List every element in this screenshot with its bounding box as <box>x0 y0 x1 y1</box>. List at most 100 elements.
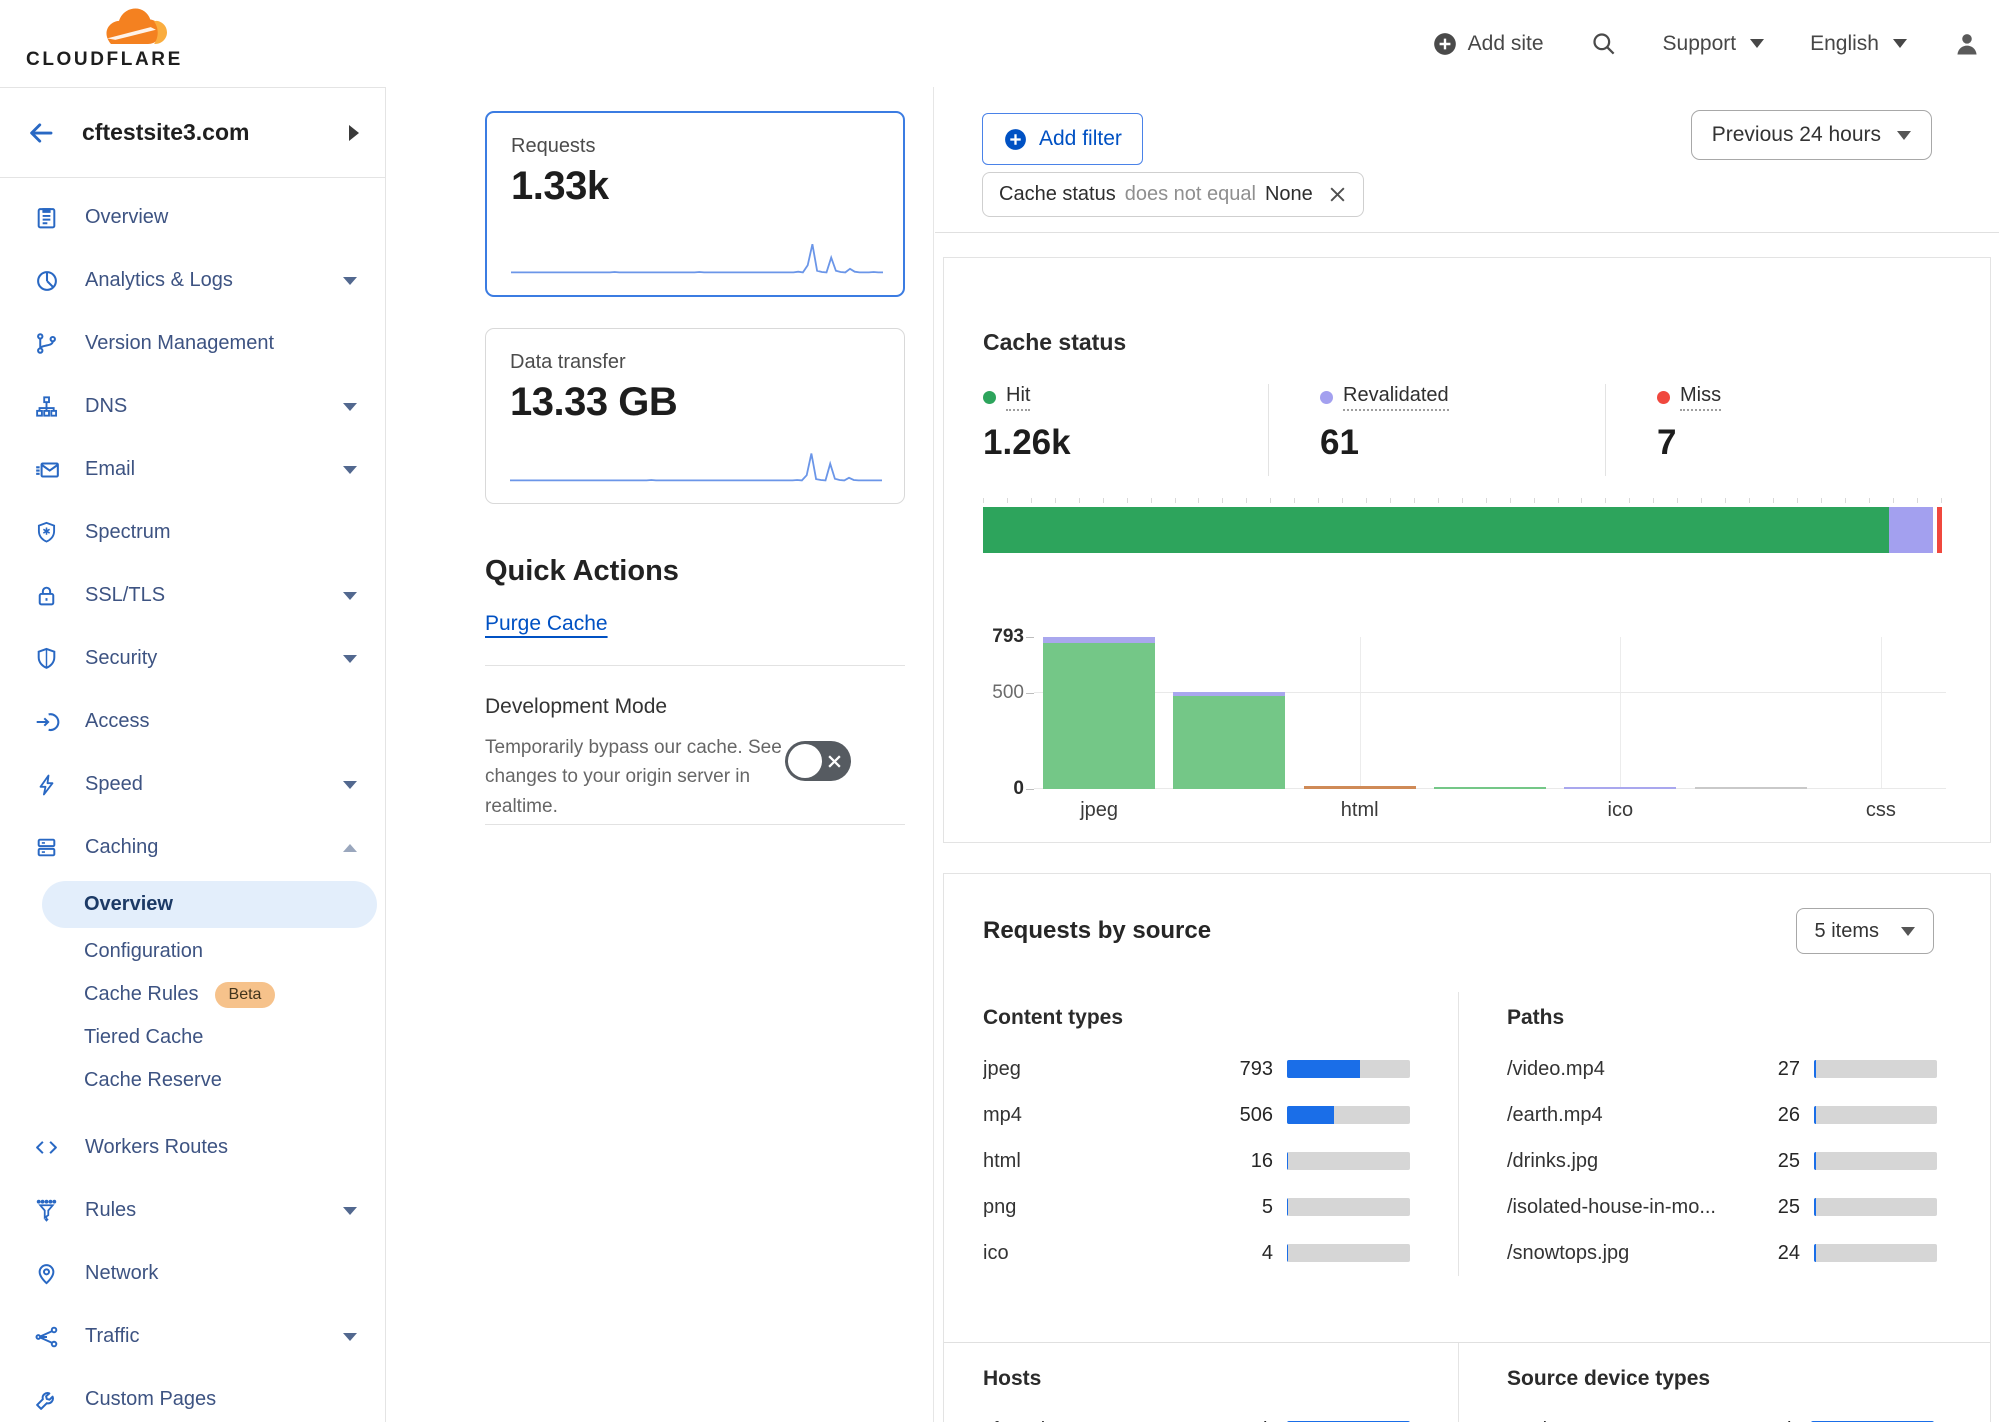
sidebar-subitem-cache-reserve[interactable]: Cache Reserve <box>0 1059 385 1102</box>
table-row[interactable]: html16 <box>983 1138 1410 1184</box>
row-value: 1.33k <box>1713 1419 1797 1422</box>
stat-value: 7 <box>1657 423 1942 463</box>
table-title: Paths <box>1507 1006 1937 1030</box>
sidebar-item-dns[interactable]: DNS <box>0 375 385 438</box>
sidebar-item-caching[interactable]: Caching <box>0 816 385 879</box>
table-row[interactable]: png5 <box>983 1184 1410 1230</box>
clipboard-icon <box>33 204 60 231</box>
add-filter-button[interactable]: Add filter <box>982 113 1143 165</box>
chart-bar-slot5 <box>1695 787 1807 789</box>
quick-actions-title: Quick Actions <box>485 555 679 588</box>
table-row[interactable]: ico4 <box>983 1230 1410 1276</box>
row-bar-track <box>1814 1198 1937 1216</box>
search-icon[interactable] <box>1590 30 1617 57</box>
table-row[interactable]: /snowtops.jpg24 <box>1507 1230 1937 1276</box>
sidebar-item-spectrum[interactable]: Spectrum <box>0 501 385 564</box>
summary-column: Requests 1.33k Data transfer 13.33 GB Qu… <box>387 87 934 1422</box>
sidebar-subitem-tiered-cache[interactable]: Tiered Cache <box>0 1016 385 1059</box>
sidebar-subitem-configuration[interactable]: Configuration <box>0 930 385 973</box>
add-site-button[interactable]: Add site <box>1432 31 1544 57</box>
bar-segment-revalidated <box>1564 787 1676 789</box>
x-axis-tick-label: html <box>1341 799 1379 822</box>
bar-segment-other <box>1304 786 1416 789</box>
development-mode-title: Development Mode <box>485 695 905 719</box>
row-label: /drinks.jpg <box>1507 1150 1716 1173</box>
cloudflare-dashboard: CLOUDFLARE Add site Support English cfte… <box>0 0 1999 1422</box>
sidebar-subitem-caching-overview[interactable]: Overview <box>42 881 377 928</box>
chevron-right-icon[interactable] <box>349 125 359 141</box>
shield-icon <box>33 645 60 672</box>
stat-label[interactable]: Miss <box>1680 384 1721 411</box>
support-menu[interactable]: Support <box>1663 32 1765 56</box>
table-row[interactable]: /drinks.jpg25 <box>1507 1138 1937 1184</box>
stacked-segment-revalidated <box>1889 507 1933 553</box>
sidebar-item-email[interactable]: Email <box>0 438 385 501</box>
back-arrow-icon[interactable] <box>26 118 56 148</box>
sidebar-item-analytics-logs[interactable]: Analytics & Logs <box>0 249 385 312</box>
chevron-down-icon <box>343 403 357 411</box>
requests-sparkline-chart <box>511 239 883 275</box>
table-title: Source device types <box>1507 1367 1934 1391</box>
y-axis-tick <box>1026 637 1034 638</box>
cache-status-title: Cache status <box>983 329 1942 356</box>
sidebar-item-overview[interactable]: Overview <box>0 186 385 249</box>
chart-bar-jpeg <box>1043 637 1155 789</box>
miss-dot-icon <box>1657 391 1670 404</box>
sidebar-subitem-cache-rules[interactable]: Cache Rules Beta <box>0 973 385 1016</box>
cache-status-card: Cache status Hit1.26kRevalidated61Miss7 … <box>943 257 1991 843</box>
row-label: /earth.mp4 <box>1507 1104 1716 1127</box>
chart-bar-html <box>1304 786 1416 789</box>
filter-value: None <box>1265 183 1313 206</box>
row-bar-fill <box>1814 1198 1816 1216</box>
user-account-icon[interactable] <box>1953 30 1981 58</box>
top-nav-right: Add site Support English <box>1432 0 1981 87</box>
table-row[interactable]: mp4506 <box>983 1092 1410 1138</box>
divider <box>485 665 905 666</box>
sidebar-item-ssl-tls[interactable]: SSL/TLS <box>0 564 385 627</box>
sidebar-item-label: Custom Pages <box>85 1388 216 1411</box>
language-menu[interactable]: English <box>1810 32 1907 56</box>
cloudflare-logo[interactable]: CLOUDFLARE <box>26 6 196 71</box>
remove-filter-button[interactable] <box>1328 185 1347 204</box>
table-row[interactable]: /earth.mp426 <box>1507 1092 1937 1138</box>
table-row[interactable]: Desktop1.33k <box>1507 1407 1934 1422</box>
requests-metric-card[interactable]: Requests 1.33k <box>485 111 905 297</box>
stat-label[interactable]: Revalidated <box>1343 384 1449 411</box>
data-transfer-metric-card[interactable]: Data transfer 13.33 GB <box>485 328 905 504</box>
sidebar-item-access[interactable]: Access <box>0 690 385 753</box>
sidebar-item-rules[interactable]: Rules <box>0 1179 385 1242</box>
row-bar-track <box>1814 1152 1937 1170</box>
row-label: /video.mp4 <box>1507 1058 1716 1081</box>
row-bar-track <box>1287 1198 1410 1216</box>
cache-status-stat-miss: Miss 7 <box>1605 384 1942 476</box>
sidebar-item-label: Rules <box>85 1199 136 1222</box>
sidebar-item-version-management[interactable]: Version Management <box>0 312 385 375</box>
sidebar-item-speed[interactable]: Speed <box>0 753 385 816</box>
sidebar-item-workers-routes[interactable]: Workers Routes <box>0 1116 385 1179</box>
sidebar-item-security[interactable]: Security <box>0 627 385 690</box>
y-axis-tick <box>1026 789 1034 790</box>
toggle-x-icon <box>827 754 842 769</box>
table-row[interactable]: cftestsite3.com1.33k <box>983 1407 1410 1422</box>
hierarchy-icon <box>33 393 60 420</box>
filter-operator: does not equal <box>1125 183 1256 206</box>
sidebar-item-label: Spectrum <box>85 521 171 544</box>
stat-label[interactable]: Hit <box>1006 384 1030 411</box>
cache-status-column-chart: 7935000 <box>1034 637 1946 789</box>
email-icon <box>33 456 60 483</box>
sidebar-item-label: Access <box>85 710 149 733</box>
traffic-split-icon <box>33 1323 60 1350</box>
time-range-selector[interactable]: Previous 24 hours <box>1691 110 1932 160</box>
table-row[interactable]: jpeg793 <box>983 1046 1410 1092</box>
development-mode-section: Development Mode Temporarily bypass our … <box>485 695 905 821</box>
table-row[interactable]: /video.mp427 <box>1507 1046 1937 1092</box>
sidebar-item-custom-pages[interactable]: Custom Pages <box>0 1368 385 1422</box>
sidebar-item-network[interactable]: Network <box>0 1242 385 1305</box>
bar-segment-unknown <box>1695 787 1807 789</box>
items-count-selector[interactable]: 5 items <box>1796 908 1934 954</box>
table-row[interactable]: /isolated-house-in-mo...25 <box>1507 1184 1937 1230</box>
row-value: 506 <box>1189 1104 1273 1127</box>
purge-cache-link[interactable]: Purge Cache <box>485 612 608 636</box>
development-mode-toggle[interactable] <box>785 741 851 781</box>
sidebar-item-traffic[interactable]: Traffic <box>0 1305 385 1368</box>
